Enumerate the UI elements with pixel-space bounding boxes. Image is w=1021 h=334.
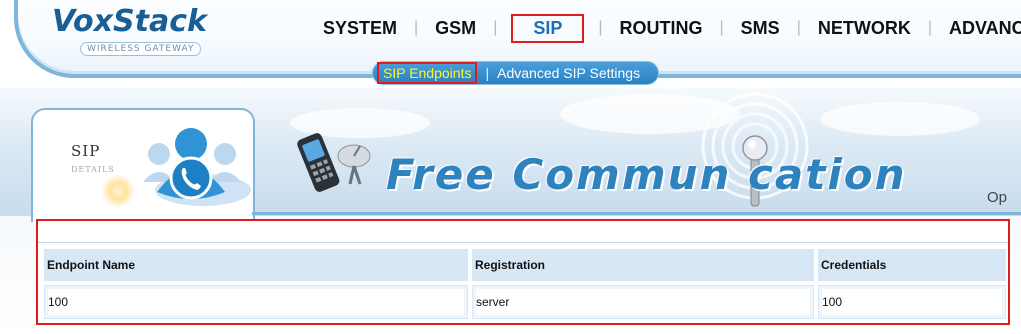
column-header-credentials: Credentials [818,249,1006,281]
nav-item-system[interactable]: SYSTEM [320,18,400,39]
cell-credentials: 100 [818,285,1006,319]
phone-icon [169,156,213,200]
nav-separator: | [927,19,932,36]
nav-item-network[interactable]: NETWORK [815,18,914,39]
sub-nav: SIP Endpoints | Advanced SIP Settings [372,61,660,85]
cloud-decoration [820,102,980,136]
satellite-dish-icon [337,144,371,185]
nav-separator: | [493,19,498,36]
column-header-registration: Registration [472,249,814,281]
section-subtitle: DETAILS [71,165,115,174]
logo: VoxStack WIRELESS GATEWAY [52,4,232,60]
nav-item-routing[interactable]: ROUTING [617,18,706,39]
nav-item-sms[interactable]: SMS [738,18,783,39]
cell-endpoint-name[interactable]: 100 [44,285,468,319]
endpoints-table-panel: Endpoint Name Registration Credentials 1… [36,219,1010,325]
section-card: SIP DETAILS [31,108,255,222]
nav-item-sip[interactable]: SIP [511,13,585,43]
subnav-item-advanced-sip-settings[interactable]: Advanced SIP Settings [497,65,640,81]
nav-separator: | [598,19,603,36]
section-title: SIP [71,142,101,160]
page: VoxStack WIRELESS GATEWAY SYSTEM | GSM |… [0,0,1021,334]
main-nav: SYSTEM | GSM | SIP | ROUTING | SMS | NET… [320,13,1021,43]
subnav-item-sip-endpoints[interactable]: SIP Endpoints [377,62,478,84]
banner-cropped-text: Op [987,189,1008,206]
table-header-row: Endpoint Name Registration Credentials [44,249,1006,281]
nav-item-gsm[interactable]: GSM [432,18,479,39]
banner-divider [252,212,1021,215]
glow-decoration [101,174,135,208]
table-row[interactable]: 100 server 100 [44,285,1006,319]
nav-separator: | [719,19,724,36]
logo-tagline: WIRELESS GATEWAY [80,42,202,56]
banner-slogan: Free Commun cation [386,150,907,199]
column-header-endpoint-name: Endpoint Name [44,249,468,281]
cell-registration: server [472,285,814,319]
table-divider [38,242,1008,243]
subnav-separator: | [485,65,490,81]
endpoints-table: Endpoint Name Registration Credentials 1… [40,245,1010,323]
nav-separator: | [796,19,801,36]
nav-separator: | [414,19,419,36]
logo-name: VoxStack [52,4,207,39]
nav-item-advance[interactable]: ADVANCE [946,18,1021,39]
